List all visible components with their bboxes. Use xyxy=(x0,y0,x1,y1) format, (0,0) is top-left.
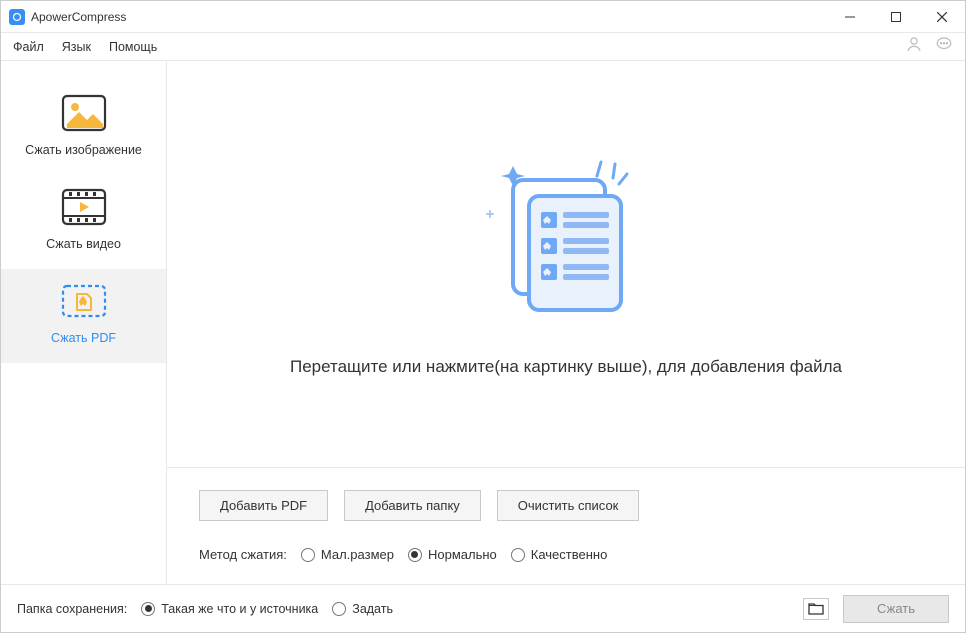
minimize-button[interactable] xyxy=(827,1,873,32)
close-button[interactable] xyxy=(919,1,965,32)
app-title: ApowerCompress xyxy=(31,10,827,24)
video-icon xyxy=(60,187,108,227)
radio-label: Качественно xyxy=(531,547,608,562)
browse-folder-button[interactable] xyxy=(803,598,829,620)
title-bar: ApowerCompress xyxy=(1,1,965,33)
footer-bar: Папка сохранения: Такая же что и у источ… xyxy=(1,584,965,632)
radio-quality[interactable]: Качественно xyxy=(511,547,608,562)
sidebar-item-compress-pdf[interactable]: Сжать PDF xyxy=(1,269,166,363)
radio-circle-icon xyxy=(511,548,525,562)
maximize-button[interactable] xyxy=(873,1,919,32)
radio-label: Такая же что и у источника xyxy=(161,602,318,616)
app-logo-icon xyxy=(9,9,25,25)
save-folder-label: Папка сохранения: xyxy=(17,602,127,616)
radio-label: Нормально xyxy=(428,547,497,562)
drop-zone[interactable]: Перетащите или нажмите(на картинку выше)… xyxy=(167,61,965,468)
compress-button[interactable]: Сжать xyxy=(843,595,949,623)
sidebar-item-label: Сжать видео xyxy=(46,237,121,251)
pdf-icon xyxy=(60,281,108,321)
menu-help[interactable]: Помощь xyxy=(109,40,157,54)
sidebar-item-label: Сжать изображение xyxy=(25,143,142,157)
main-body: Сжать изображение Сжать видео xyxy=(1,61,965,584)
feedback-icon[interactable] xyxy=(935,35,953,58)
drop-hint-text: Перетащите или нажмите(на картинку выше)… xyxy=(270,357,862,377)
add-folder-button[interactable]: Добавить папку xyxy=(344,490,481,521)
radio-circle-icon xyxy=(301,548,315,562)
radio-normal[interactable]: Нормально xyxy=(408,547,497,562)
radio-same-as-source[interactable]: Такая же что и у источника xyxy=(141,602,318,616)
radio-label: Задать xyxy=(352,602,393,616)
controls-panel: Добавить PDF Добавить папку Очистить спи… xyxy=(167,468,965,584)
menu-bar: Файл Язык Помощь xyxy=(1,33,965,61)
image-icon xyxy=(60,93,108,133)
sidebar-item-compress-image[interactable]: Сжать изображение xyxy=(1,81,166,175)
radio-small-size[interactable]: Мал.размер xyxy=(301,547,394,562)
radio-set-folder[interactable]: Задать xyxy=(332,602,393,616)
radio-circle-icon xyxy=(408,548,422,562)
menu-file[interactable]: Файл xyxy=(13,40,44,54)
drop-illustration-icon xyxy=(471,152,661,327)
radio-label: Мал.размер xyxy=(321,547,394,562)
method-label: Метод сжатия: xyxy=(199,547,287,562)
sidebar: Сжать изображение Сжать видео xyxy=(1,61,167,584)
menu-language[interactable]: Язык xyxy=(62,40,91,54)
window-controls xyxy=(827,1,965,32)
clear-list-button[interactable]: Очистить список xyxy=(497,490,640,521)
sidebar-item-label: Сжать PDF xyxy=(51,331,116,345)
main-panel: Перетащите или нажмите(на картинку выше)… xyxy=(167,61,965,584)
add-pdf-button[interactable]: Добавить PDF xyxy=(199,490,328,521)
compression-method-row: Метод сжатия: Мал.размер Нормально Качес… xyxy=(199,547,933,562)
radio-circle-icon xyxy=(332,602,346,616)
radio-circle-icon xyxy=(141,602,155,616)
button-row: Добавить PDF Добавить папку Очистить спи… xyxy=(199,490,933,521)
sidebar-item-compress-video[interactable]: Сжать видео xyxy=(1,175,166,269)
account-icon[interactable] xyxy=(905,35,923,58)
